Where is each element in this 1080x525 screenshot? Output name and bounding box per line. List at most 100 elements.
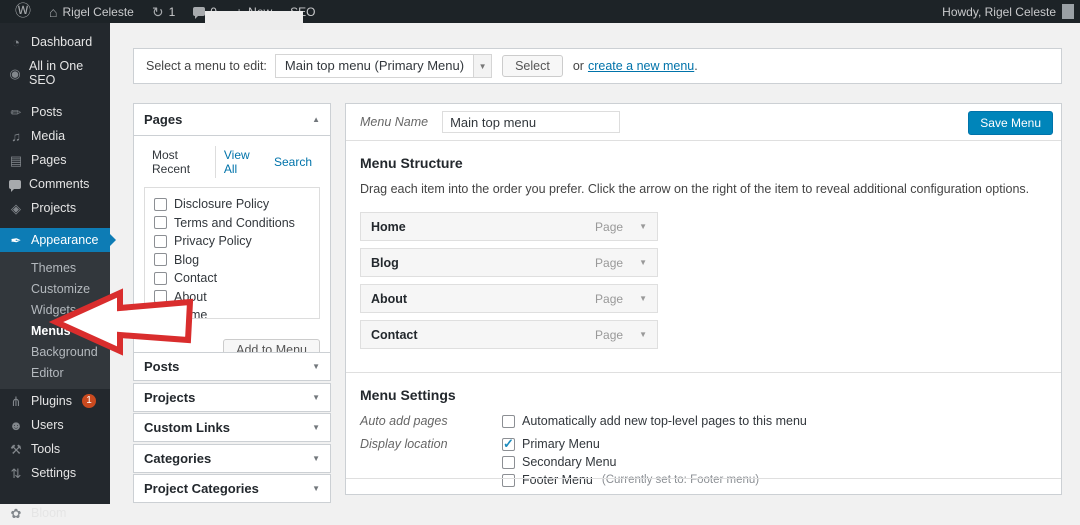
sidebar-label: Bloom [31,506,67,520]
sidebar-label: All in One SEO [28,59,84,87]
sidebar-item-comments[interactable]: Comments [0,172,110,196]
checkbox-contact[interactable] [154,271,167,285]
menu-select-value: Main top menu (Primary Menu) [284,58,465,73]
menu-item-label: About [371,291,408,306]
menu-select-dropdown[interactable]: Main top menu (Primary Menu) ▼ [274,54,493,78]
location-row-primary: Primary Menu [502,436,1047,452]
tab-search[interactable]: Search [266,153,320,171]
select-menu-label: Select a menu to edit: [146,59,267,73]
menu-name-input[interactable] [442,111,621,133]
checkbox-terms-and-conditions[interactable] [154,216,167,229]
accordion-posts[interactable]: Posts ▼ [133,352,331,381]
sidebar-item-appearance[interactable]: ✒ Appearance [0,228,116,252]
chevron-down-icon: ▼ [312,362,320,371]
checkbox-primary-menu[interactable] [502,436,515,452]
chevron-down-icon: ▼ [312,484,320,493]
menu-structure-description: Drag each item into the order you prefer… [360,182,1030,196]
sidebar-label: Plugins [31,394,72,408]
submenu-item-themes[interactable]: Themes [0,257,110,278]
menu-item-about[interactable]: About Page ▼ [360,284,658,313]
comments-icon [193,7,206,19]
location-row-secondary: Secondary Menu [502,455,1047,469]
submenu-item-editor[interactable]: Editor [0,362,110,383]
save-menu-button[interactable]: Save Menu [968,111,1053,135]
plugin-icon: ⋔ [10,393,22,409]
sidebar-item-settings[interactable]: ⇅ Settings [0,461,110,485]
menu-item-home[interactable]: Home Page ▼ [360,212,658,241]
create-new-menu-link[interactable]: create a new menu [588,59,694,73]
sidebar-item-posts[interactable]: ✏ Posts [0,100,110,124]
chevron-down-icon: ▼ [312,392,320,402]
sidebar-item-projects[interactable]: ◈ Projects [0,196,110,220]
submenu-item-customize[interactable]: Customize [0,278,110,299]
sidebar-item-all-in-one-seo[interactable]: ◉ All in One SEO [0,54,110,92]
pages-panel-body: Most Recent View All Search Disclosure P… [134,136,330,329]
panel-footer-divider [346,478,1061,479]
select-menu-bar: Select a menu to edit: Main top menu (Pr… [133,48,1062,84]
menu-item-blog[interactable]: Blog Page ▼ [360,248,658,277]
submenu-item-background[interactable]: Background [0,341,110,362]
accordion-label: Categories [144,450,212,466]
accordion-custom-links[interactable]: Custom Links ▼ [133,413,331,442]
sidebar-label: Comments [29,177,90,191]
chevron-down-icon: ▼ [312,453,320,463]
checkbox-footer-menu[interactable] [502,473,515,487]
checkbox-about[interactable] [154,290,167,303]
updates-count: 1 [168,4,176,19]
or-text: or [572,59,584,73]
menu-settings-section: Menu Settings Auto add pages Automatical… [346,373,1061,501]
sidebar-item-bloom[interactable]: ✿ Bloom [0,501,110,525]
submenu-item-widgets[interactable]: Widgets [0,299,110,320]
sidebar-label: Tools [31,442,61,456]
submenu-item-menus[interactable]: Menus [0,320,110,341]
updates-menu[interactable]: ↻ 1 [143,0,184,23]
chevron-down-icon[interactable]: ▼ [639,258,647,267]
checkbox-disclosure-policy[interactable] [154,197,167,211]
sidebar-label: Posts [31,105,63,119]
select-button[interactable]: Select [502,55,563,77]
wordpress-logo-menu[interactable]: Ⓦ [6,0,40,23]
checkbox-secondary-menu[interactable] [502,455,515,469]
seo-shield-icon: ◉ [9,65,21,81]
checkbox-home[interactable] [154,308,167,318]
page-checkbox-row: Disclosure Policy [154,197,315,211]
chevron-down-icon[interactable]: ▼ [639,294,647,303]
sidebar-item-users[interactable]: ☻ Users [0,413,110,437]
chevron-down-icon[interactable]: ▼ [639,330,647,339]
checkbox-blog[interactable] [154,253,167,266]
site-name-label: Rigel Celeste [62,4,134,19]
accordion-label: Custom Links [144,420,230,435]
page-item-label: Contact [174,271,218,285]
accordion-projects[interactable]: Projects ▼ [133,382,331,412]
menu-item-label: Home [371,219,406,234]
comments-icon [9,179,21,192]
accordion-categories[interactable]: Categories ▼ [133,443,331,473]
tab-most-recent[interactable]: Most Recent [144,146,216,178]
checkbox-privacy-policy[interactable] [154,234,167,248]
sidebar-label: Projects [31,201,77,215]
sidebar-item-dashboard[interactable]: ◔ Dashboard [0,30,110,54]
checkbox-auto-add-pages[interactable] [502,414,515,428]
pages-panel-title: Pages [144,112,183,127]
tab-view-all[interactable]: View All [216,146,266,178]
tools-icon: ⚒ [10,441,22,457]
plugins-update-badge: 1 [82,394,96,408]
sidebar-item-media[interactable]: ♫ Media [0,124,110,148]
page-checkbox-row: Terms and Conditions [154,216,315,230]
sidebar-item-plugins[interactable]: ⋔ Plugins 1 [0,389,110,413]
home-icon: ⌂ [49,3,58,20]
user-avatar[interactable] [1062,4,1074,19]
sidebar-label: Pages [31,153,67,167]
sidebar-item-pages[interactable]: ▤ Pages [0,148,110,172]
chevron-up-icon[interactable]: ▲ [312,115,320,124]
menu-editor-panel: Menu Name Save Menu Menu Structure Drag … [345,103,1062,495]
location-label: Secondary Menu [522,455,617,469]
sidebar-item-tools[interactable]: ⚒ Tools [0,437,110,461]
chevron-down-icon[interactable]: ▼ [639,222,647,231]
menu-structure-title: Menu Structure [360,155,463,171]
menu-item-contact[interactable]: Contact Page ▼ [360,320,658,349]
howdy-label[interactable]: Howdy, Rigel Celeste [942,5,1056,19]
site-name-menu[interactable]: ⌂ Rigel Celeste [40,0,143,23]
accordion-project-categories[interactable]: Project Categories ▼ [133,474,331,503]
pages-panel-header[interactable]: Pages ▲ [134,104,330,136]
